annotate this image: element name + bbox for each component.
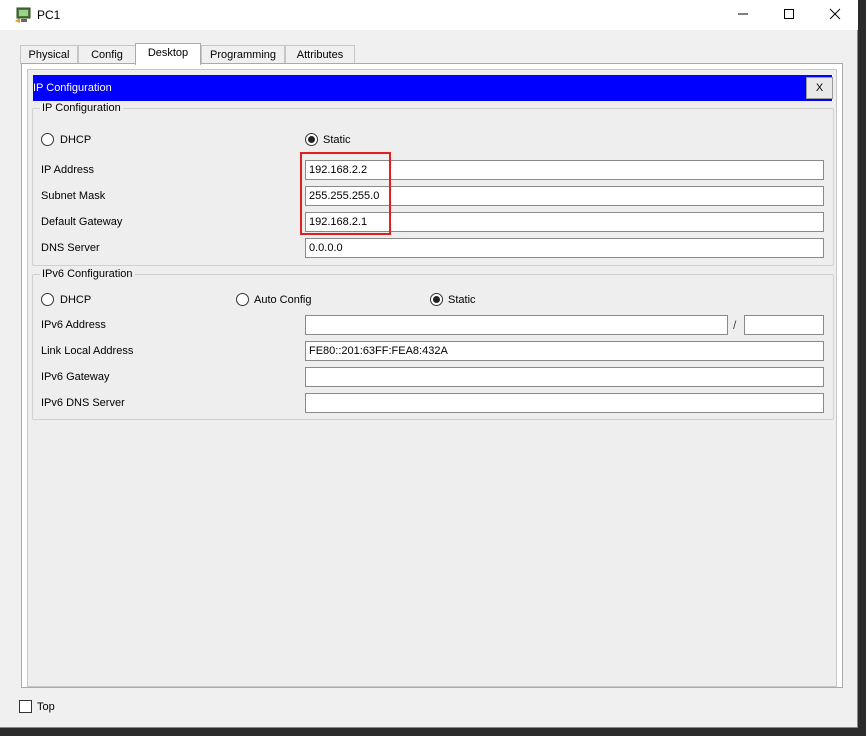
dns-server-label: DNS Server [41,242,100,254]
ipv6-auto-config-radio[interactable] [236,293,249,306]
maximize-icon [783,8,795,23]
ipv6-dhcp-label: DHCP [60,294,92,306]
ipv6-gateway-label: IPv6 Gateway [41,371,110,383]
ipv6-group-title: IPv6 Configuration [40,268,135,280]
link-local-address-label: Link Local Address [41,345,134,357]
ipv6-gateway-field[interactable] [305,367,824,387]
ipv6-static-radio[interactable] [430,293,443,306]
ipv4-static-label: Static [323,134,351,146]
top-checkbox-label: Top [37,701,55,713]
ipv4-static-radio[interactable] [305,133,318,146]
close-icon [829,8,841,23]
ipv6-static-label: Static [448,294,476,306]
ipv4-group-title: IP Configuration [40,102,123,114]
minimize-icon [737,8,749,23]
ipv4-dhcp-label: DHCP [60,134,92,146]
ipv6-group: IPv6 Configuration DHCP Auto Config Stat… [32,268,834,420]
ipv6-dns-server-field[interactable] [305,393,824,413]
panel-title: IP Configuration [33,82,112,94]
ipv6-prefix-field[interactable] [744,315,824,335]
tab-desktop[interactable]: Desktop [135,43,201,65]
dns-server-field[interactable]: 0.0.0.0 [305,238,824,258]
tab-physical[interactable]: Physical [20,45,78,64]
top-checkbox[interactable] [19,700,32,713]
window-title: PC1 [37,8,61,22]
minimize-button[interactable] [720,0,766,30]
ip-configuration-panel: IP Configuration X IP Configuration DHCP… [27,69,837,687]
title-bar[interactable]: PC1 [0,0,858,30]
ipv6-auto-config-label: Auto Config [254,294,312,306]
ipv4-group: IP Configuration DHCP Static IP Address … [32,102,834,266]
desktop-panel: IP Configuration X IP Configuration DHCP… [21,63,843,688]
link-local-address-field[interactable]: FE80::201:63FF:FEA8:432A [305,341,824,361]
ipv6-dhcp-radio[interactable] [41,293,54,306]
pc-app-icon [14,6,34,24]
tab-attributes[interactable]: Attributes [285,45,355,64]
panel-header: IP Configuration X [33,75,833,101]
ipv6-address-field[interactable] [305,315,728,335]
pc1-window: PC1 Physical Config Desktop Programming … [0,0,858,728]
tab-programming[interactable]: Programming [201,45,285,64]
close-window-button[interactable] [812,0,858,30]
highlight-box [300,152,391,235]
ipv6-dns-server-label: IPv6 DNS Server [41,397,125,409]
maximize-button[interactable] [766,0,812,30]
subnet-mask-label: Subnet Mask [41,190,106,202]
tab-config[interactable]: Config [78,45,136,64]
default-gateway-label: Default Gateway [41,216,123,228]
ipv4-dhcp-radio[interactable] [41,133,54,146]
ipv6-address-label: IPv6 Address [41,319,106,331]
ip-address-label: IP Address [41,164,94,176]
prefix-separator: / [733,318,737,332]
panel-close-button[interactable]: X [806,77,833,99]
